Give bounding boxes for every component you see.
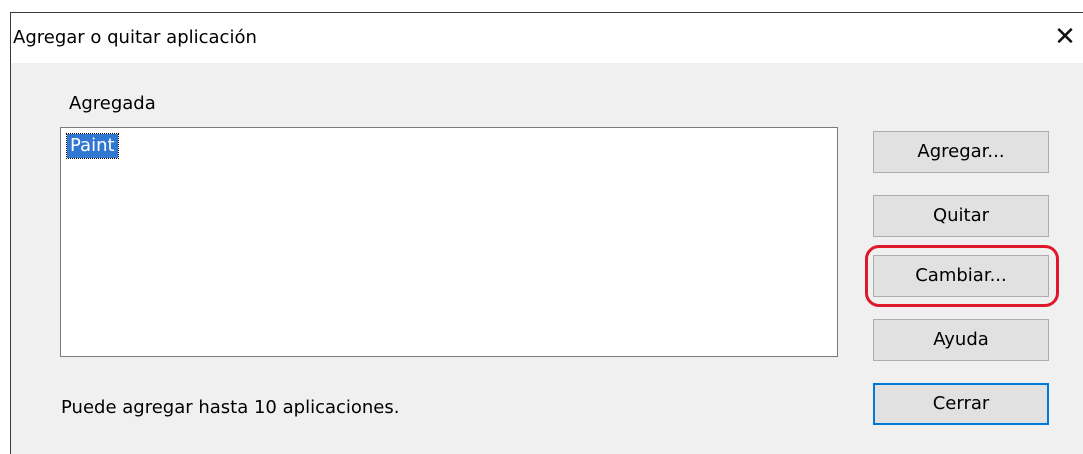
dialog-window: Agregar o quitar aplicación ✕ Agregada P… [10, 12, 1083, 454]
help-button[interactable]: Ayuda [873, 319, 1049, 361]
close-button[interactable]: Cerrar [873, 383, 1049, 425]
title-bar: Agregar o quitar aplicación ✕ [11, 13, 1083, 63]
close-icon[interactable]: ✕ [1051, 23, 1079, 51]
list-item[interactable]: Paint [66, 133, 119, 159]
status-text: Puede agregar hasta 10 aplicaciones. [61, 397, 400, 418]
window-title: Agregar o quitar aplicación [13, 27, 257, 48]
applications-listbox[interactable]: Paint [60, 127, 838, 357]
add-button[interactable]: Agregar... [873, 131, 1049, 173]
list-label: Agregada [69, 93, 156, 114]
change-button-highlight [865, 245, 1059, 307]
remove-button[interactable]: Quitar [873, 195, 1049, 237]
